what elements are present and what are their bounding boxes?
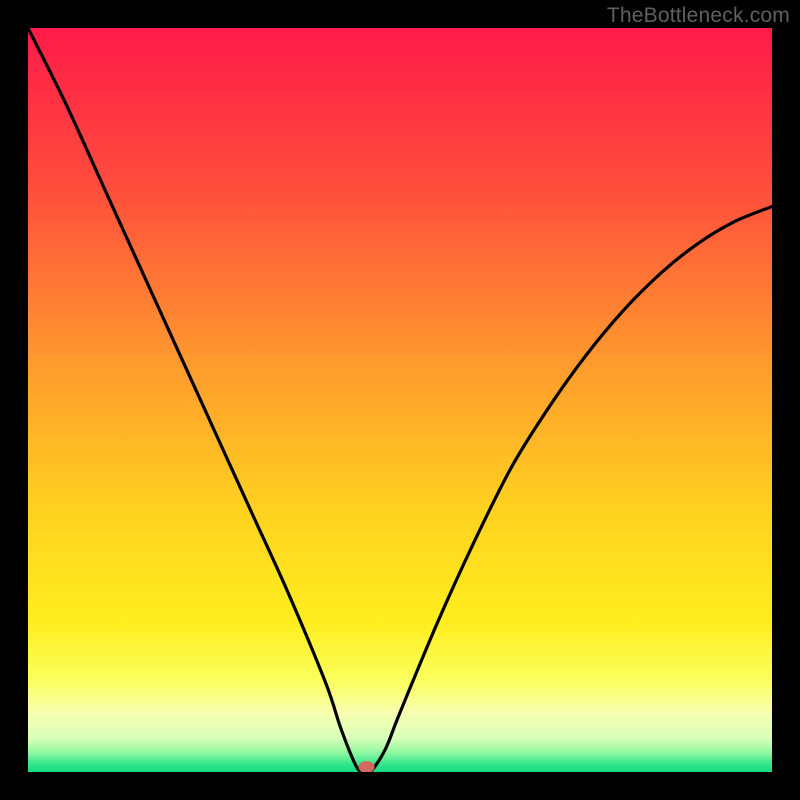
chart-frame: TheBottleneck.com [0, 0, 800, 800]
bottleneck-chart [28, 28, 772, 772]
gradient-background [28, 28, 772, 772]
watermark-text: TheBottleneck.com [607, 4, 790, 28]
